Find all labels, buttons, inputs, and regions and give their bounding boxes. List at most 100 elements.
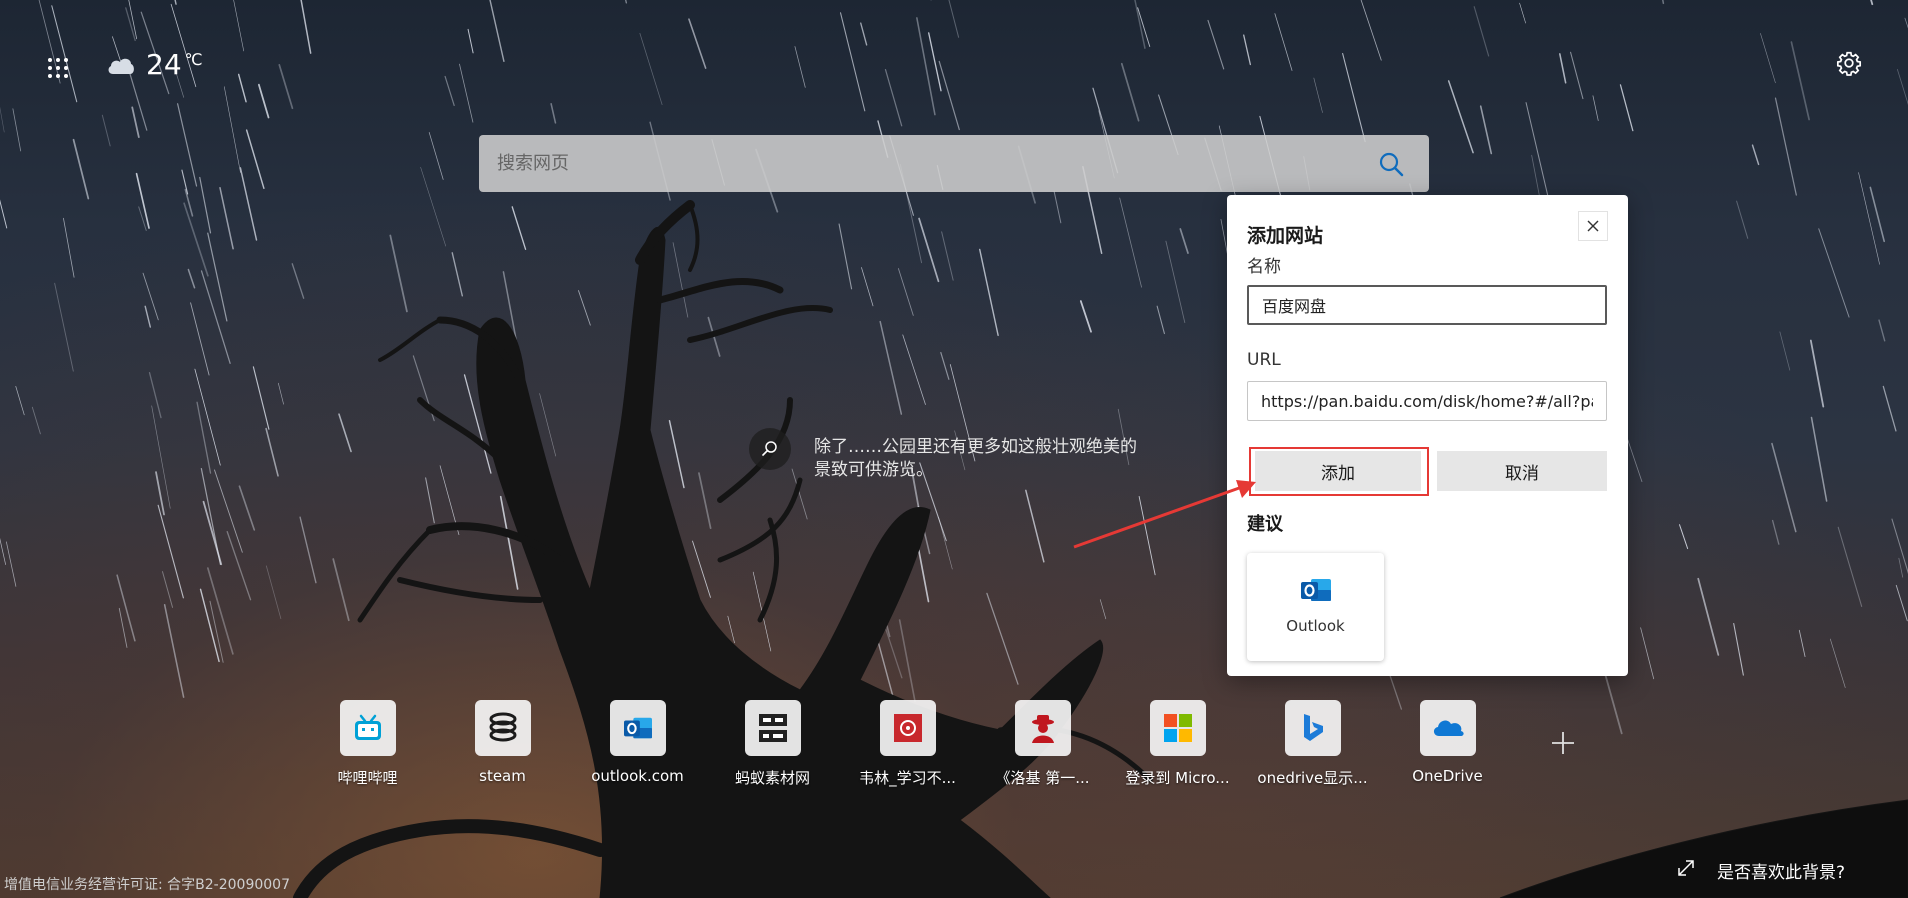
expand-icon[interactable] <box>1675 857 1697 879</box>
settings-gear-icon[interactable] <box>1836 50 1862 76</box>
star-trail <box>550 103 557 124</box>
star-trail <box>511 206 527 250</box>
star-trail <box>938 60 960 131</box>
weather-widget[interactable]: 24 ℃ <box>106 48 203 81</box>
star-trail <box>898 619 916 703</box>
star-trail <box>299 516 317 584</box>
star-trail <box>144 305 152 328</box>
add-shortcut-plus-icon[interactable] <box>1542 722 1584 764</box>
tile-mayi[interactable]: 蚂蚁素材网 <box>705 700 840 788</box>
star-trail <box>207 232 228 322</box>
search-icon[interactable] <box>1377 150 1405 178</box>
star-trail <box>860 22 868 46</box>
star-trail <box>1818 228 1850 318</box>
star-trail <box>1640 627 1655 680</box>
apps-grid-icon[interactable] <box>46 56 70 80</box>
star-trail <box>1099 599 1107 620</box>
outlook-icon <box>1300 579 1331 601</box>
tile-label: 《洛基 第一... <box>995 769 1090 787</box>
star-trail <box>278 63 294 110</box>
star-trail <box>252 366 270 430</box>
star-trail <box>194 368 221 466</box>
star-trail <box>941 231 954 281</box>
star-trail <box>1156 305 1165 335</box>
star-trail <box>1779 331 1791 371</box>
star-trail <box>389 234 408 313</box>
star-trail <box>183 202 209 277</box>
star-trail <box>1120 62 1140 122</box>
star-trail <box>5 541 17 587</box>
star-trail <box>131 106 140 138</box>
star-trail <box>1810 416 1828 502</box>
tile-microsoft[interactable]: 登录到 Micro... <box>1110 700 1245 788</box>
star-trail <box>118 607 128 648</box>
tile-label: 韦林_学习不... <box>859 769 956 787</box>
star-trail <box>459 63 474 123</box>
search-input[interactable] <box>495 152 1377 175</box>
star-trail <box>1360 0 1382 61</box>
tile-bilibili[interactable]: 哔哩哔哩 <box>300 700 435 788</box>
star-trail <box>948 0 960 38</box>
suggestion-outlook[interactable]: Outlook <box>1247 553 1384 661</box>
star-trail <box>1771 519 1780 545</box>
star-trail <box>425 477 435 524</box>
star-trail <box>291 263 305 299</box>
star-trail <box>0 199 8 229</box>
url-label: URL <box>1247 350 1281 370</box>
annotation-arrow <box>1073 480 1256 549</box>
star-trail <box>1662 0 1665 5</box>
add-button[interactable]: 添加 <box>1255 451 1421 491</box>
close-button[interactable] <box>1578 211 1608 241</box>
star-trail <box>1313 77 1323 113</box>
star-trail <box>1895 584 1908 622</box>
star-trail <box>698 472 712 530</box>
star-trail <box>202 500 223 566</box>
tile-bing[interactable]: onedrive显示... <box>1245 700 1380 788</box>
tile-outlook[interactable]: outlook.com <box>570 700 705 785</box>
star-trail <box>265 565 282 619</box>
star-trail <box>979 248 999 337</box>
star-trail <box>258 83 270 119</box>
star-trail <box>1858 172 1880 265</box>
star-trail <box>300 0 312 54</box>
add-site-dialog: 添加网站 名称 URL 添加 取消 建议 Outlook <box>1227 195 1628 676</box>
star-trail <box>277 382 284 405</box>
temperature-unit: ℃ <box>184 50 203 69</box>
cloud-icon <box>108 58 134 74</box>
star-trail <box>338 413 352 453</box>
star-trail <box>1771 442 1797 533</box>
background-feedback-link[interactable]: 是否喜欢此背景? <box>1717 858 1845 883</box>
star-trail <box>15 385 25 416</box>
star-trail <box>897 268 914 316</box>
star-trail <box>1179 228 1189 254</box>
star-trail <box>1809 339 1825 408</box>
star-trail <box>1274 13 1293 71</box>
star-trail <box>1207 19 1225 70</box>
search-box <box>479 135 1429 192</box>
tile-steam[interactable]: steam <box>435 700 570 785</box>
outlook-icon <box>623 717 652 739</box>
star-trail <box>1342 52 1366 143</box>
tile-onedrive[interactable]: OneDrive <box>1380 700 1515 785</box>
star-trail <box>1119 197 1142 288</box>
star-trail <box>1896 69 1908 106</box>
name-input[interactable] <box>1247 285 1607 325</box>
star-trail <box>151 405 171 509</box>
star-trail <box>1679 524 1689 550</box>
star-trail <box>1570 51 1584 100</box>
star-trail <box>902 334 926 405</box>
star-trail <box>420 166 447 247</box>
star-trail <box>1878 319 1886 342</box>
name-label: 名称 <box>1247 257 1281 277</box>
star-trail <box>142 272 159 321</box>
tile-weilin[interactable]: 韦林_学习不... <box>840 700 975 788</box>
image-info-button[interactable] <box>749 428 791 470</box>
tile-loki[interactable]: 《洛基 第一... <box>975 700 1110 788</box>
star-trail <box>938 516 953 570</box>
star-trail <box>1592 95 1599 121</box>
tile-label: 蚂蚁素材网 <box>734 769 810 787</box>
cancel-button[interactable]: 取消 <box>1437 451 1607 491</box>
url-input[interactable] <box>1247 381 1607 421</box>
star-trail <box>1473 6 1490 57</box>
star-trail <box>918 217 940 283</box>
